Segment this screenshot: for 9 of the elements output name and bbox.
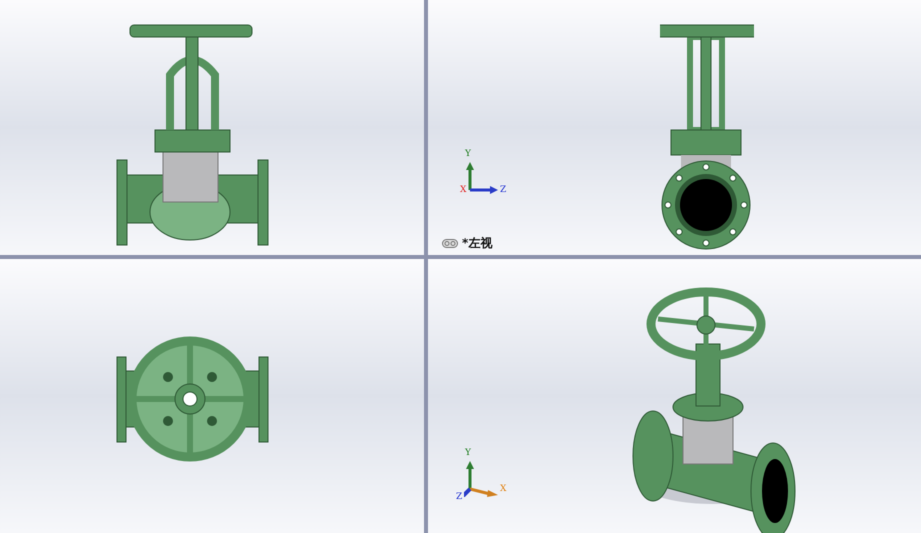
axis-label: Z (500, 186, 506, 195)
axis-label: X (460, 186, 466, 195)
axis-label: Y (465, 449, 471, 458)
view-label: *左视 (462, 235, 492, 252)
axis-label: Y (465, 150, 471, 159)
axis-label: Z (456, 493, 462, 502)
axis-label: X (500, 485, 506, 494)
link-icon (442, 238, 458, 248)
axis-triad-icon (464, 461, 500, 497)
